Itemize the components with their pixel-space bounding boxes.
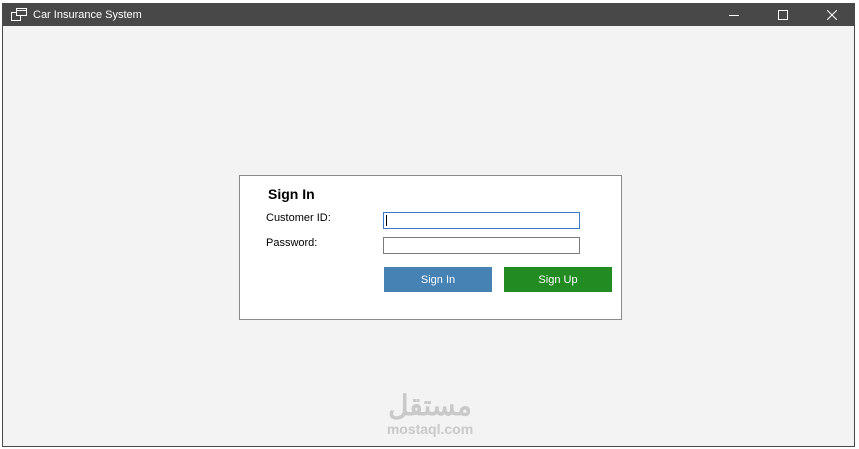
minimize-button[interactable] (711, 4, 757, 26)
close-button[interactable] (809, 4, 855, 26)
watermark: مستقل mostaql.com (355, 390, 505, 438)
maximize-icon (778, 10, 788, 20)
minimize-icon (729, 10, 739, 20)
signin-button[interactable]: Sign In (384, 267, 492, 292)
password-input[interactable] (383, 237, 580, 254)
customer-id-input[interactable] (383, 212, 580, 229)
close-icon (827, 10, 837, 20)
window-title: Car Insurance System (33, 9, 142, 21)
signup-button[interactable]: Sign Up (504, 267, 612, 292)
signin-title: Sign In (268, 186, 315, 202)
password-label: Password: (266, 237, 318, 249)
maximize-button[interactable] (760, 4, 806, 26)
watermark-logo-text: مستقل (388, 390, 472, 421)
text-caret (386, 215, 387, 226)
app-window: Car Insurance System Sign In Customer ID… (2, 3, 855, 447)
client-area: Sign In Customer ID: Password: Sign In S… (3, 26, 854, 447)
signin-panel: Sign In Customer ID: Password: Sign In S… (239, 175, 622, 320)
title-bar[interactable]: Car Insurance System (3, 4, 854, 26)
watermark-url: mostaql.com (386, 421, 474, 437)
customer-id-label: Customer ID: (266, 212, 331, 224)
app-window-icon (11, 8, 27, 22)
